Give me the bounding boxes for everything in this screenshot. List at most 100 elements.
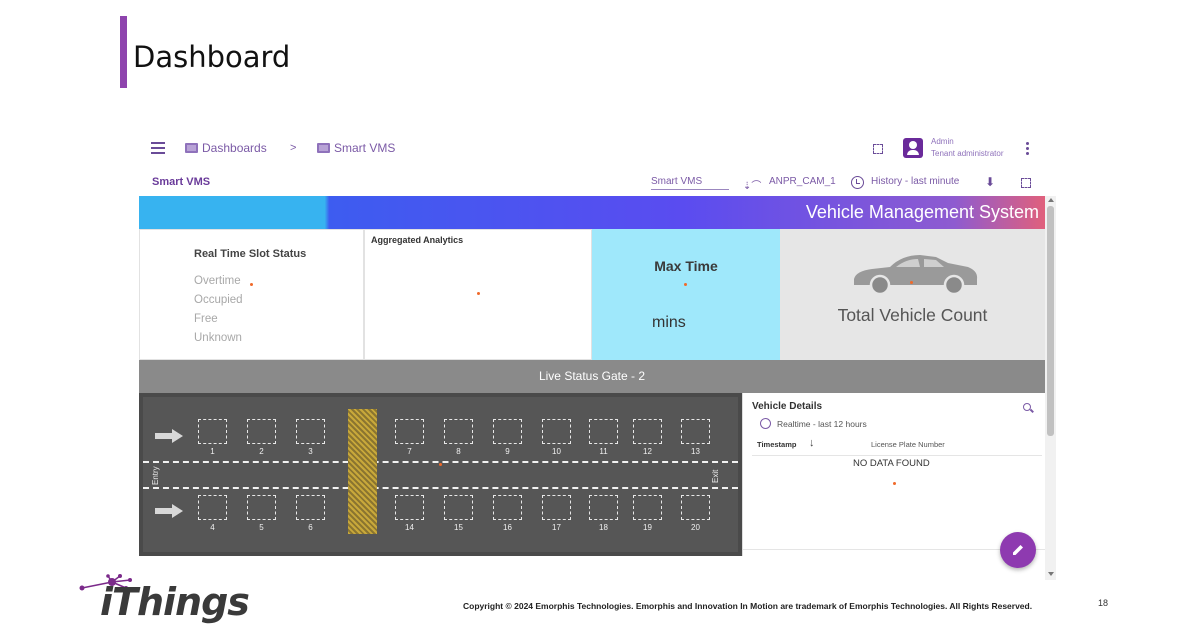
- more-vert-icon[interactable]: [1026, 142, 1029, 157]
- parking-slot[interactable]: [247, 495, 276, 520]
- aggregated-analytics-widget: Aggregated Analytics: [364, 229, 592, 360]
- slot-number: 14: [405, 523, 414, 532]
- legend-unknown: Unknown: [194, 332, 242, 344]
- dashboard-select[interactable]: Smart VMS: [651, 176, 729, 190]
- car-icon: [854, 255, 978, 296]
- slot-number: 8: [456, 447, 461, 456]
- sort-arrow-down-icon[interactable]: ↓: [809, 437, 815, 449]
- edit-fab-button[interactable]: [1000, 532, 1036, 568]
- parking-slot[interactable]: [296, 495, 325, 520]
- vehicle-details-widget: Vehicle Details Realtime - last 12 hours…: [742, 393, 1046, 556]
- column-header-license-plate[interactable]: License Plate Number: [871, 440, 945, 449]
- slot-number: 7: [407, 447, 412, 456]
- page-number: 18: [1098, 598, 1109, 608]
- loading-dot: [477, 292, 480, 295]
- slot-status-widget: Real Time Slot Status Overtime Occupied …: [139, 229, 364, 360]
- live-status-title: Live Status Gate - 2: [538, 369, 646, 383]
- parking-slot[interactable]: [395, 419, 424, 444]
- breadcrumb-dashboards[interactable]: Dashboards: [185, 141, 267, 155]
- user-name: Admin: [931, 137, 954, 146]
- parking-slot[interactable]: [444, 419, 473, 444]
- parking-slot[interactable]: [681, 495, 710, 520]
- entity-alias-icon[interactable]: ⇣⌒: [743, 177, 761, 192]
- slot-number: 10: [552, 447, 561, 456]
- entity-alias-label[interactable]: ANPR_CAM_1: [769, 176, 836, 187]
- title-accent-bar: [120, 16, 127, 88]
- overtime-marker: [250, 283, 253, 286]
- hamburger-menu-icon[interactable]: [151, 142, 165, 154]
- pencil-icon: [1013, 545, 1023, 555]
- slot-number: 18: [599, 523, 608, 532]
- slot-number: 4: [210, 523, 215, 532]
- slot-number: 19: [643, 523, 652, 532]
- breadcrumb-label: Dashboards: [202, 141, 267, 155]
- banner-title: Vehicle Management System: [805, 202, 1039, 222]
- legend-occupied: Occupied: [194, 294, 243, 306]
- entry-arrow-icon: [155, 504, 183, 518]
- parking-map: Entry Exit 1 2 3 7 8 9 10 11 12 13 4 5 6…: [139, 393, 742, 556]
- legend-free: Free: [194, 313, 218, 325]
- fullscreen-icon[interactable]: [873, 144, 883, 154]
- scroll-up-arrow-icon[interactable]: [1048, 198, 1054, 202]
- aggregated-analytics-title: Aggregated Analytics: [371, 235, 464, 245]
- slot-number: 13: [691, 447, 700, 456]
- max-time-unit: mins: [652, 314, 686, 331]
- vms-banner: Vehicle Management System: [139, 196, 1045, 229]
- slot-status-title: Real Time Slot Status: [194, 248, 307, 260]
- vehicle-count-title: Total Vehicle Count: [837, 305, 988, 325]
- slot-number: 12: [643, 447, 652, 456]
- scrollbar-thumb[interactable]: [1047, 206, 1054, 436]
- parking-slot[interactable]: [493, 495, 522, 520]
- breadcrumb-smart-vms[interactable]: Smart VMS: [317, 141, 395, 155]
- user-role: Tenant administrator: [931, 149, 1004, 158]
- vertical-scrollbar[interactable]: [1045, 196, 1056, 580]
- column-header-timestamp[interactable]: Timestamp: [757, 440, 796, 449]
- parking-slot[interactable]: [493, 419, 522, 444]
- lane-divider-bottom: [143, 487, 738, 489]
- scroll-down-arrow-icon[interactable]: [1048, 572, 1054, 576]
- parking-slot[interactable]: [198, 419, 227, 444]
- timewindow-clock-icon[interactable]: [851, 176, 864, 189]
- parking-slot[interactable]: [589, 419, 618, 444]
- top-navbar: Dashboards > Smart VMS Admin Tenant admi…: [139, 128, 1056, 170]
- search-icon[interactable]: [1023, 403, 1031, 411]
- copyright-text: Copyright © 2024 Emorphis Technologies. …: [463, 601, 1033, 611]
- parking-slot[interactable]: [542, 419, 571, 444]
- app-window: Dashboards > Smart VMS Admin Tenant admi…: [139, 128, 1056, 580]
- ithings-logo: iThings: [78, 574, 250, 626]
- logo-text: iThings: [100, 580, 250, 624]
- slide-title: Dashboard: [133, 40, 291, 74]
- parking-slot[interactable]: [198, 495, 227, 520]
- parking-slot[interactable]: [296, 419, 325, 444]
- parking-slot[interactable]: [247, 419, 276, 444]
- vehicle-timewindow[interactable]: Realtime - last 12 hours: [777, 419, 867, 429]
- exit-label: Exit: [711, 469, 720, 483]
- dashboard-icon: [185, 143, 198, 153]
- download-icon[interactable]: ⬇: [985, 175, 995, 189]
- entry-arrow-icon: [155, 429, 183, 443]
- slot-number: 15: [454, 523, 463, 532]
- table-header-divider: [752, 455, 1042, 456]
- parking-slot[interactable]: [681, 419, 710, 444]
- slot-number: 11: [599, 447, 608, 456]
- dashboard-toolbar: Smart VMS Smart VMS ⇣⌒ ANPR_CAM_1 Histor…: [139, 170, 1056, 196]
- parking-slot[interactable]: [395, 495, 424, 520]
- parking-slot[interactable]: [633, 419, 662, 444]
- parking-slot[interactable]: [444, 495, 473, 520]
- breadcrumb-separator: >: [290, 142, 297, 154]
- user-avatar-icon[interactable]: [903, 138, 923, 158]
- breadcrumb-label: Smart VMS: [334, 141, 396, 155]
- slot-number: 6: [308, 523, 313, 532]
- parking-slot[interactable]: [589, 495, 618, 520]
- dashboard-fullscreen-icon[interactable]: [1021, 178, 1031, 188]
- loading-dot: [910, 281, 913, 284]
- parking-slot[interactable]: [542, 495, 571, 520]
- dashboard-icon: [317, 143, 330, 153]
- slot-number: 9: [505, 447, 510, 456]
- timewindow-label[interactable]: History - last minute: [871, 176, 959, 187]
- parking-slot[interactable]: [633, 495, 662, 520]
- gate-barrier: [348, 409, 377, 534]
- slot-number: 16: [503, 523, 512, 532]
- clock-icon: [760, 418, 771, 429]
- loading-dot: [684, 283, 687, 286]
